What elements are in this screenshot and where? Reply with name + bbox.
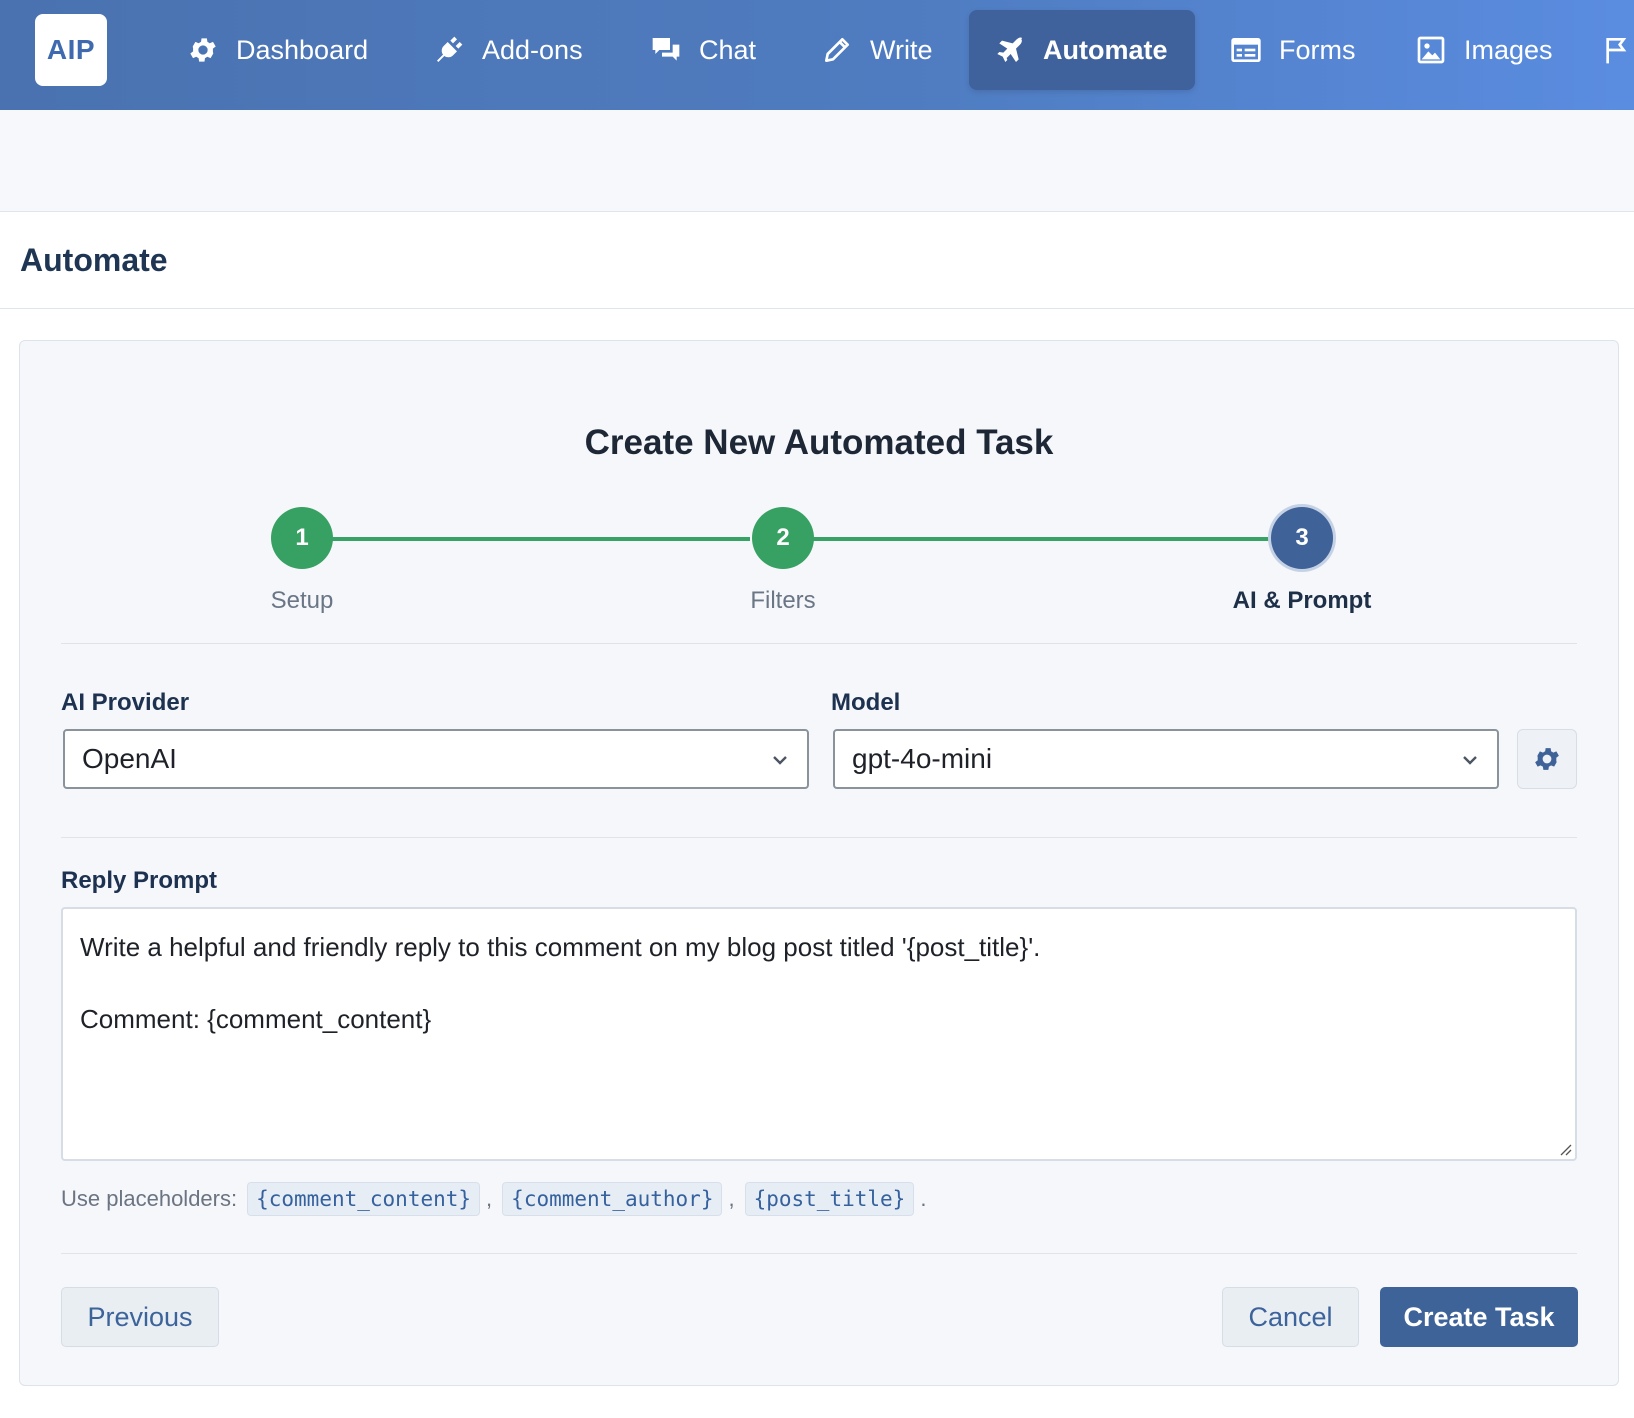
placeholder-tag: {post_title} (744, 1182, 915, 1216)
hint-separator: , (486, 1186, 493, 1211)
gear-icon (186, 33, 220, 67)
gear-icon (1535, 748, 1559, 770)
resize-handle-icon[interactable] (1558, 1142, 1572, 1156)
prompt-line: Write a helpful and friendly reply to th… (80, 932, 1041, 962)
model-value: gpt-4o-mini (852, 743, 993, 774)
reply-prompt-textarea[interactable]: Write a helpful and friendly reply to th… (61, 907, 1577, 1161)
chat-bubbles-icon (649, 33, 683, 67)
divider (61, 643, 1577, 644)
step-2-indicator[interactable]: 2 (752, 507, 814, 569)
app-logo[interactable]: AIP (35, 14, 107, 86)
image-icon (1414, 33, 1448, 67)
step-2-label: Filters (750, 587, 816, 614)
reply-prompt-label: Reply Prompt (61, 867, 218, 894)
top-nav: AIP Dashboard Add-ons Chat Write Automat… (0, 0, 1634, 110)
sub-header-band (0, 110, 1634, 212)
chevron-down-icon (773, 756, 787, 765)
hint-suffix: . (920, 1186, 927, 1211)
prompt-line: Comment: {comment_content} (80, 1004, 432, 1034)
placeholder-tag: {comment_author} (502, 1182, 723, 1216)
plane-icon (993, 33, 1027, 67)
nav-item-images[interactable]: Images (1390, 10, 1577, 90)
page-header: Automate (0, 212, 1634, 309)
nav-item-automate[interactable]: Automate (969, 10, 1195, 90)
ai-provider-label: AI Provider (61, 689, 190, 716)
step-3-indicator[interactable]: 3 (1271, 507, 1333, 569)
page-title: Automate (20, 242, 168, 278)
wizard-title: Create New Automated Task (584, 423, 1054, 462)
pencil-icon (820, 33, 854, 67)
divider (61, 1253, 1577, 1254)
model-label: Model (831, 689, 901, 716)
divider (61, 837, 1577, 838)
nav-item-write[interactable]: Write (796, 10, 957, 90)
nav-label: Forms (1279, 34, 1356, 65)
create-task-button[interactable]: Create Task (1380, 1287, 1578, 1347)
nav-label: Dashboard (236, 34, 369, 65)
prompt-line (80, 965, 1558, 1001)
model-select[interactable]: gpt-4o-mini (833, 729, 1499, 789)
step-connector (300, 537, 750, 541)
nav-item-chat[interactable]: Chat (625, 10, 780, 90)
nav-label: Chat (699, 34, 757, 65)
placeholder-tag: {comment_content} (247, 1182, 481, 1216)
plug-icon (432, 33, 466, 67)
step-1-indicator[interactable]: 1 (271, 507, 333, 569)
previous-button[interactable]: Previous (61, 1287, 219, 1347)
ai-provider-select[interactable]: OpenAI (63, 729, 809, 789)
nav-item-add-ons[interactable]: Add-ons (408, 10, 607, 90)
nav-label: Images (1464, 34, 1553, 65)
nav-item-overflow[interactable] (1590, 10, 1634, 90)
hint-separator: , (728, 1186, 735, 1211)
nav-label: Add-ons (482, 34, 583, 65)
chevron-down-icon (1463, 756, 1477, 765)
nav-label: Write (870, 34, 933, 65)
form-icon (1229, 33, 1263, 67)
step-3-label: AI & Prompt (1232, 587, 1372, 614)
step-1-label: Setup (270, 587, 334, 614)
step-connector (781, 537, 1293, 541)
wizard-card: Create New Automated Task 1 2 3 Setup Fi… (19, 340, 1619, 1386)
nav-item-dashboard[interactable]: Dashboard (162, 10, 392, 90)
flag-icon (1600, 33, 1634, 67)
placeholder-hint: Use placeholders: {comment_content} , {c… (61, 1179, 926, 1219)
nav-label: Automate (1043, 34, 1168, 65)
hint-prefix: Use placeholders: (61, 1186, 238, 1211)
nav-item-forms[interactable]: Forms (1205, 10, 1380, 90)
ai-provider-value: OpenAI (82, 743, 177, 774)
model-settings-button[interactable] (1517, 729, 1577, 789)
cancel-button[interactable]: Cancel (1222, 1287, 1359, 1347)
